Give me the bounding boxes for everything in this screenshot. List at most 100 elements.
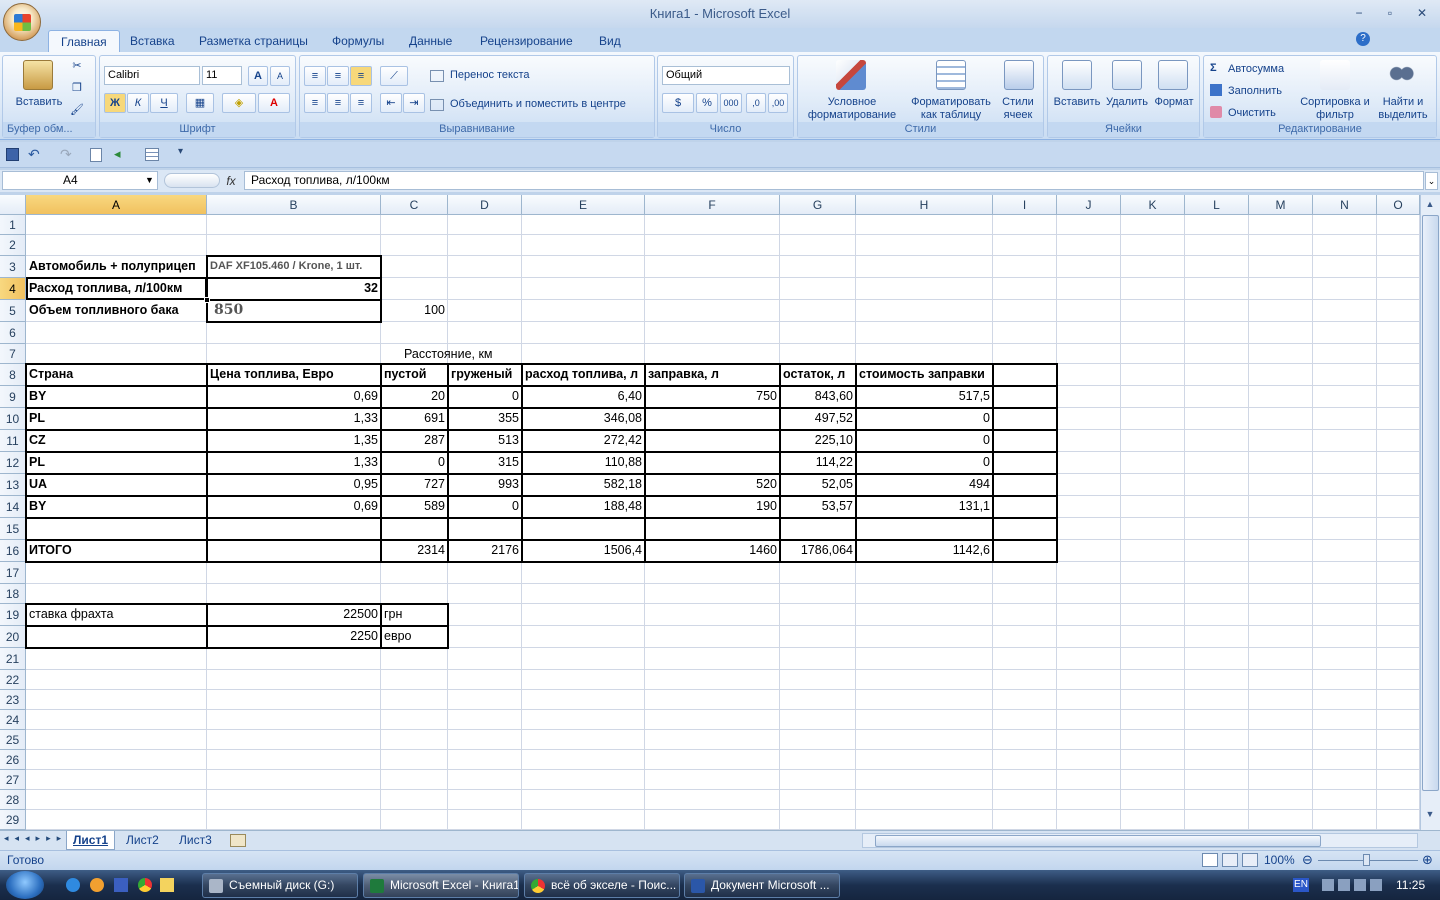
row-header-6[interactable]: 6 xyxy=(0,322,26,344)
cell-g12[interactable]: 114,22 xyxy=(781,452,855,474)
explorer-icon[interactable] xyxy=(114,878,128,892)
row-header-10[interactable]: 10 xyxy=(0,408,26,430)
borders-button[interactable]: ▦ xyxy=(186,93,214,113)
row-header-15[interactable]: 15 xyxy=(0,518,26,540)
cell-c7[interactable]: Расстояние, км xyxy=(402,344,580,364)
cell-d16[interactable]: 2176 xyxy=(449,540,521,562)
column-header-h[interactable]: H xyxy=(856,195,993,215)
cell-h11[interactable]: 0 xyxy=(857,430,992,452)
page-layout-view-icon[interactable] xyxy=(1222,853,1238,867)
cell-g10[interactable]: 497,52 xyxy=(781,408,855,430)
cell-e13[interactable]: 582,18 xyxy=(523,474,644,496)
cell-a8[interactable]: Страна xyxy=(27,364,206,386)
cell-f8[interactable]: заправка, л xyxy=(646,364,779,386)
clear-button[interactable]: Очистить xyxy=(1228,107,1276,120)
column-header-i[interactable]: I xyxy=(993,195,1057,215)
cell-e9[interactable]: 6,40 xyxy=(523,386,644,408)
cell-g14[interactable]: 53,57 xyxy=(781,496,855,518)
column-header-c[interactable]: C xyxy=(381,195,448,215)
cell-a11[interactable]: CZ xyxy=(27,430,206,452)
row-header-11[interactable]: 11 xyxy=(0,430,26,452)
cell-a14[interactable]: BY xyxy=(27,496,206,518)
minimize-button[interactable]: − xyxy=(1346,4,1372,22)
spreadsheet-grid[interactable]: A B C D E F G H I J K L M N O 1 2 3 4 5 6 7 8 9 10 11 12 13 14 15 16 17… xyxy=(0,195,1420,830)
row-header-28[interactable]: 28 xyxy=(0,790,26,810)
scroll-up-icon[interactable]: ▲ xyxy=(1423,199,1437,213)
column-header-a[interactable]: A xyxy=(26,195,207,215)
zoom-in-icon[interactable]: ⊕ xyxy=(1422,851,1433,869)
formula-bar-splitter[interactable] xyxy=(164,173,220,188)
cell-c16[interactable]: 2314 xyxy=(382,540,447,562)
row-header-9[interactable]: 9 xyxy=(0,386,26,408)
cell-g11[interactable]: 225,10 xyxy=(781,430,855,452)
decrease-decimal-button[interactable]: ,00 xyxy=(768,93,788,113)
row-header-21[interactable]: 21 xyxy=(0,648,26,670)
row-header-22[interactable]: 22 xyxy=(0,670,26,690)
cell-c8[interactable]: пустой xyxy=(382,364,447,386)
ie-icon[interactable] xyxy=(66,878,80,892)
fill-color-button[interactable]: ◈ xyxy=(222,93,256,113)
row-header-29[interactable]: 29 xyxy=(0,810,26,830)
row-header-14[interactable]: 14 xyxy=(0,496,26,518)
cell-c14[interactable]: 589 xyxy=(382,496,447,518)
cell-b12[interactable]: 1,33 xyxy=(208,452,380,474)
cell-c5[interactable]: 100 xyxy=(382,300,447,322)
cell-e8[interactable]: расход топлива, л xyxy=(523,364,644,386)
name-box[interactable]: A4 xyxy=(2,171,158,190)
align-top-button[interactable]: ≡ xyxy=(304,66,326,86)
cell-d13[interactable]: 993 xyxy=(449,474,521,496)
cell-h10[interactable]: 0 xyxy=(857,408,992,430)
row-header-12[interactable]: 12 xyxy=(0,452,26,474)
form-icon[interactable] xyxy=(145,148,159,161)
sort-filter-button[interactable]: Сортировка и фильтр xyxy=(1300,96,1370,122)
paste-button[interactable]: Вставить xyxy=(7,96,71,109)
cell-b5[interactable]: 850 xyxy=(208,300,380,322)
vertical-scrollbar[interactable]: ▲ ▼ xyxy=(1420,195,1440,830)
folder-icon[interactable] xyxy=(160,878,174,892)
column-header-b[interactable]: B xyxy=(207,195,381,215)
row-header-26[interactable]: 26 xyxy=(0,750,26,770)
insert-sheet-icon[interactable] xyxy=(230,834,246,847)
column-header-n[interactable]: N xyxy=(1313,195,1377,215)
cell-d12[interactable]: 315 xyxy=(449,452,521,474)
sheet-tab-1[interactable]: Лист1 xyxy=(66,831,116,850)
start-button[interactable] xyxy=(6,871,44,899)
cell-c11[interactable]: 287 xyxy=(382,430,447,452)
cell-styles-button[interactable]: Стили ячеек xyxy=(996,96,1040,122)
taskbar-item-drive[interactable]: Съемный диск (G:) xyxy=(202,873,358,898)
row-header-20[interactable]: 20 xyxy=(0,626,26,648)
cell-c20[interactable]: евро xyxy=(382,626,447,648)
cell-g16[interactable]: 1786,064 xyxy=(781,540,855,562)
select-all-corner[interactable] xyxy=(0,195,26,215)
cell-b10[interactable]: 1,33 xyxy=(208,408,380,430)
cell-b20[interactable]: 2250 xyxy=(208,626,380,648)
tab-page-layout[interactable]: Разметка страницы xyxy=(187,30,320,52)
grow-font-button[interactable]: A xyxy=(248,66,268,86)
column-header-l[interactable]: L xyxy=(1185,195,1249,215)
row-header-3[interactable]: 3 xyxy=(0,256,26,278)
insert-function-button[interactable]: fx xyxy=(222,172,240,190)
decrease-indent-button[interactable]: ⇤ xyxy=(380,93,402,113)
font-name-select[interactable]: Calibri xyxy=(104,66,200,85)
cell-a13[interactable]: UA xyxy=(27,474,206,496)
page-break-view-icon[interactable] xyxy=(1242,853,1258,867)
close-button[interactable]: ✕ xyxy=(1409,4,1435,22)
restore-button[interactable]: ▫ xyxy=(1377,4,1403,22)
row-header-13[interactable]: 13 xyxy=(0,474,26,496)
help-icon[interactable]: ? xyxy=(1356,32,1370,46)
column-header-d[interactable]: D xyxy=(448,195,522,215)
tab-insert[interactable]: Вставка xyxy=(118,30,187,52)
fill-handle[interactable] xyxy=(204,297,210,303)
increase-decimal-button[interactable]: ,0 xyxy=(746,93,766,113)
wrap-text-button[interactable]: Перенос текста xyxy=(450,69,530,82)
print-preview-icon[interactable] xyxy=(90,148,102,162)
tab-home[interactable]: Главная xyxy=(48,30,120,52)
tray-icons[interactable] xyxy=(1322,879,1386,891)
row-header-27[interactable]: 27 xyxy=(0,770,26,790)
thousands-button[interactable]: 000 xyxy=(720,93,742,113)
cut-icon[interactable]: ✂ xyxy=(69,60,85,73)
font-size-select[interactable]: 11 xyxy=(202,66,242,85)
cell-e16[interactable]: 1506,4 xyxy=(523,540,644,562)
sheet-tab-2[interactable]: Лист2 xyxy=(120,831,165,850)
tab-formulas[interactable]: Формулы xyxy=(320,30,396,52)
